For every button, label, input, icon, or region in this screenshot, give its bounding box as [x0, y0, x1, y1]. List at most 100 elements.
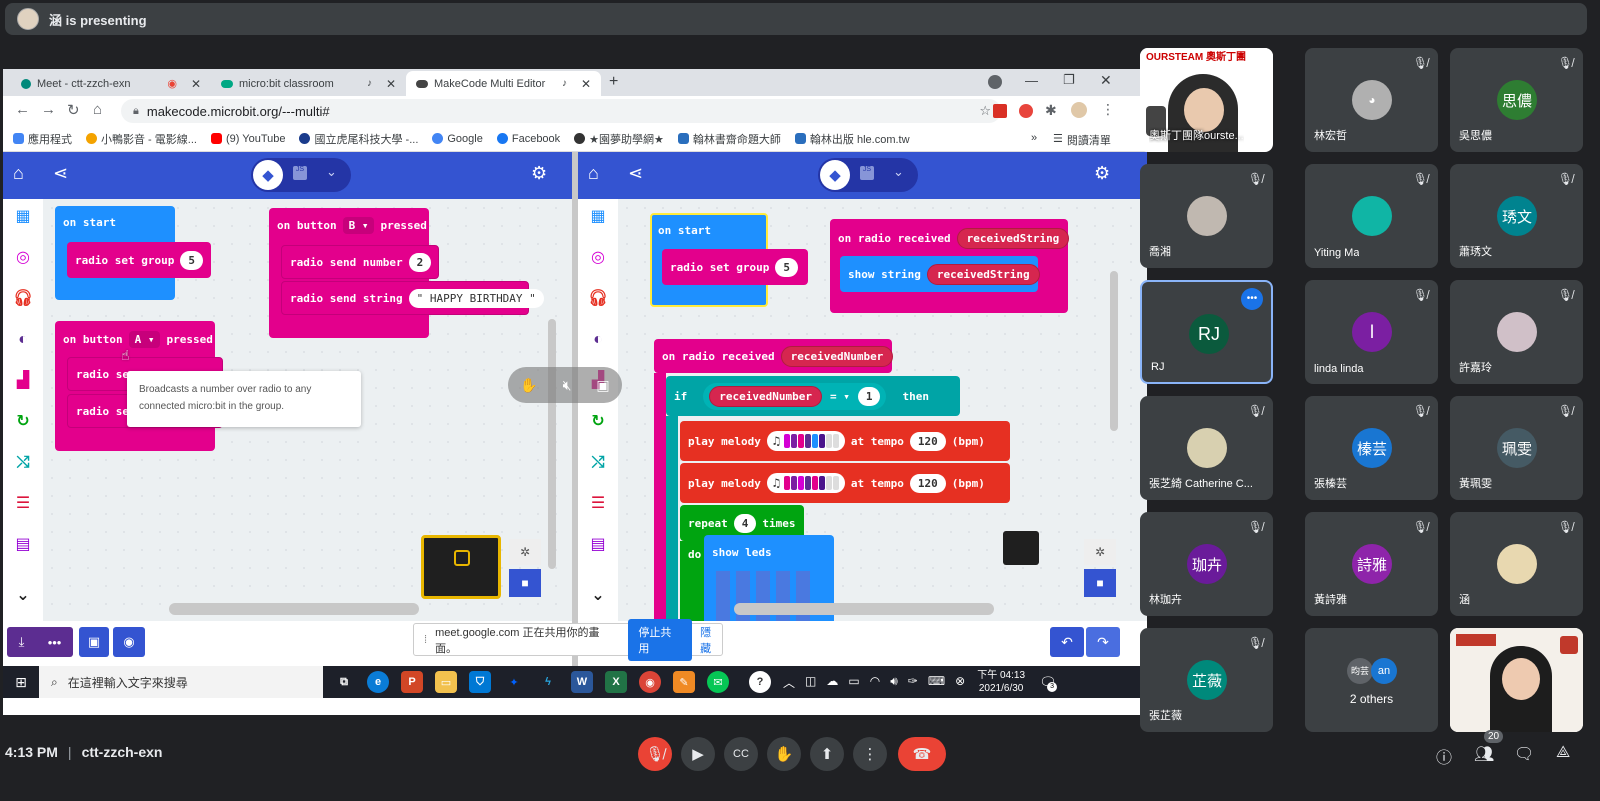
led-category-icon[interactable]: ◐ — [11, 328, 35, 352]
profile-avatar[interactable] — [1071, 102, 1087, 118]
volume-icon[interactable]: 🔊︎ — [890, 674, 898, 691]
edge-icon[interactable]: e — [367, 671, 389, 693]
bookmark-apps[interactable]: 應用程式 — [13, 131, 72, 147]
received-string-variable[interactable]: receivedString — [956, 227, 1070, 249]
math-category-icon[interactable]: ▤ — [586, 533, 610, 557]
participant-tile[interactable]: 🎙︎̸ 珮雯 黃珮雯 — [1450, 396, 1583, 500]
activities-icon[interactable]: ⟁ — [1556, 744, 1570, 762]
music-category-icon[interactable]: 🎧︎ — [11, 287, 35, 311]
download-button[interactable]: ⤓ ••• — [7, 627, 73, 657]
send-string-input[interactable]: " HAPPY BIRTHDAY " — [408, 288, 544, 308]
participant-tile[interactable]: 🎙︎̸ 喬湘 — [1140, 164, 1273, 268]
end-call-button[interactable]: ☎ — [898, 737, 946, 771]
chat-icon[interactable]: 🗨︎ — [1514, 744, 1534, 764]
meeting-details-icon[interactable]: ⓘ — [1436, 744, 1452, 768]
reading-list[interactable]: ☰ 閱讀清單 — [1053, 132, 1111, 148]
home-icon[interactable]: ⌂ — [588, 163, 599, 184]
button-a-dropdown[interactable]: A ▾ — [128, 330, 161, 348]
cloud-icon[interactable]: ☁ — [826, 674, 838, 691]
participant-tile-others[interactable]: 昀芸 an 2 others — [1305, 628, 1438, 732]
input-method-icon[interactable]: ⊗ — [955, 674, 965, 691]
loops-category-icon[interactable]: ↻ — [586, 410, 610, 434]
logic-category-icon[interactable]: ⤭ — [11, 451, 35, 475]
group-value-input[interactable]: 5 — [775, 257, 798, 277]
music-category-icon[interactable]: 🎧︎ — [586, 287, 610, 311]
radio-category-icon[interactable]: ▟ — [11, 369, 35, 393]
tab-makecode-multi[interactable]: MakeCode Multi Editor ♪ ✕ — [406, 71, 601, 96]
bookmark-duck[interactable]: 小鴨影音 - 電影線... — [86, 131, 197, 147]
sway-icon[interactable]: ϟ — [537, 671, 559, 693]
present-screen-button[interactable]: ⬆ — [810, 737, 844, 771]
participant-tile[interactable]: 🎙︎̸ 許嘉玲 — [1450, 280, 1583, 384]
file-explorer-icon[interactable]: ▭ — [435, 671, 457, 693]
line-app-icon[interactable]: ✉ — [707, 671, 729, 693]
left-workspace[interactable]: on start radio set group 5 on button B ▾… — [43, 199, 572, 672]
chevron-down-icon[interactable]: ⌄ — [326, 164, 337, 180]
radio-send-string-block[interactable]: radio send string " HAPPY BIRTHDAY " — [281, 281, 544, 315]
equals-dropdown[interactable]: = ▾ — [830, 390, 850, 403]
button-b-dropdown[interactable]: B ▾ — [342, 216, 375, 234]
battery-icon[interactable]: ▭ — [848, 674, 859, 691]
blocks-icon[interactable]: ◆ — [253, 160, 283, 190]
stop-sharing-button[interactable]: 停止共用 — [628, 618, 693, 661]
play-melody-block-1[interactable]: play melody ♫ at tempo 120 (bpm) — [680, 421, 1010, 461]
loops-category-icon[interactable]: ↻ — [11, 410, 35, 434]
back-icon[interactable]: ← — [15, 101, 30, 118]
github-icon[interactable]: ◉ — [113, 627, 145, 657]
participant-tile[interactable]: 🎙︎̸ Yiting Ma — [1305, 164, 1438, 268]
melody-editor-1[interactable]: ♫ — [766, 431, 845, 451]
notification-icon[interactable]: 🗨︎ 3 — [1039, 674, 1058, 692]
participant-tile[interactable]: 🎙︎̸ 琇文 蕭琇文 — [1450, 164, 1583, 268]
settings-gear-icon[interactable]: ⚙ — [1094, 163, 1110, 184]
input-category-icon[interactable]: ◎ — [586, 246, 610, 270]
restore-icon[interactable]: ❐ — [1063, 72, 1075, 88]
tab-meet[interactable]: Meet - ctt-zzch-exn ◉ ✕ — [11, 71, 211, 96]
new-tab-button[interactable]: + — [609, 73, 618, 91]
bookmark-nfu[interactable]: 國立虎尾科技大學 -... — [299, 131, 418, 147]
participant-tile[interactable]: 🎙︎̸ 張芝綺 Catherine C... — [1140, 396, 1273, 500]
radio-set-group-block[interactable]: radio set group 5 — [662, 249, 808, 285]
bookmark-star-icon[interactable]: ☆ — [979, 103, 991, 119]
wifi-icon[interactable]: ◠ — [870, 674, 880, 691]
bookmark-facebook[interactable]: Facebook — [496, 133, 560, 145]
forward-icon[interactable]: → — [41, 101, 56, 118]
powerpoint-icon[interactable]: P — [401, 671, 423, 693]
send-number-input[interactable]: 2 — [408, 252, 432, 272]
left-vertical-scrollbar[interactable] — [548, 319, 556, 569]
participant-tile[interactable]: 🎙︎̸ 芷薇 張芷薇 — [1140, 628, 1273, 732]
taskbar-search[interactable]: ⌕ 在這裡輸入文字來搜尋 — [39, 666, 323, 698]
participant-tile-active[interactable]: ••• RJ RJ — [1140, 280, 1273, 384]
stop-simulator-button[interactable]: ■ — [509, 569, 541, 597]
chrome-icon[interactable]: ◉ — [639, 671, 661, 693]
blocks-icon[interactable]: ◆ — [820, 160, 850, 190]
extensions-icon[interactable]: ✱ — [1045, 102, 1057, 119]
dropbox-icon[interactable]: ✦ — [503, 671, 525, 693]
hide-notice-button[interactable]: 隱藏 — [700, 624, 722, 656]
more-categories-icon[interactable]: ⌄ — [11, 584, 35, 608]
paint-icon[interactable]: ✎ — [673, 671, 695, 693]
right-horizontal-scrollbar[interactable] — [734, 603, 994, 615]
group-value-input[interactable]: 5 — [180, 250, 203, 270]
variables-category-icon[interactable]: ☰ — [11, 492, 35, 516]
melody-editor-2[interactable]: ♫ — [766, 473, 845, 493]
reload-icon[interactable]: ↻ — [67, 101, 80, 119]
share-icon[interactable]: ⋖ — [53, 163, 68, 184]
chevron-up-icon[interactable]: ︿ — [783, 674, 795, 691]
right-vertical-scrollbar[interactable] — [1110, 271, 1118, 431]
settings-gear-icon[interactable]: ⚙ — [531, 163, 547, 184]
javascript-icon[interactable]: JS — [860, 166, 874, 180]
hand-off-icon[interactable]: ✋ — [520, 377, 537, 394]
word-icon[interactable]: W — [571, 671, 593, 693]
received-number-variable[interactable]: receivedNumber — [780, 345, 894, 367]
left-horizontal-scrollbar[interactable] — [169, 603, 419, 615]
participant-tile[interactable]: 🎙︎̸ ◕ 林宏哲 — [1305, 48, 1438, 152]
bookmark-hanlin-exam[interactable]: 翰林書齋命題大師 — [677, 131, 781, 147]
taskbar-clock[interactable]: 下午 04:13 2021/6/30 — [977, 669, 1025, 695]
windows-start-icon[interactable]: ⊞ — [3, 674, 39, 691]
blocks-js-toggle[interactable]: ◆ JS ⌄ — [251, 158, 351, 192]
participant-tile-video-self[interactable] — [1450, 628, 1583, 732]
save-disk-icon[interactable]: ▣ — [79, 627, 109, 657]
debug-bug-icon[interactable]: ✲ — [509, 539, 541, 565]
bookmark-youtube[interactable]: (9) YouTube — [210, 133, 285, 145]
participant-tile[interactable]: 🎙︎̸ 珈卉 林珈卉 — [1140, 512, 1273, 616]
